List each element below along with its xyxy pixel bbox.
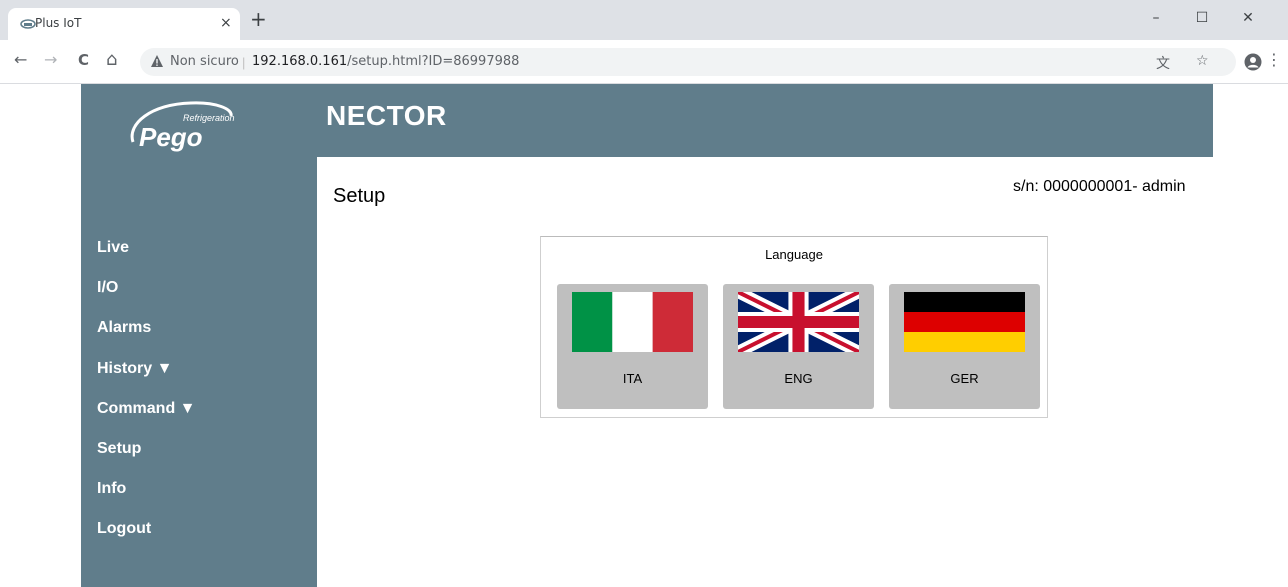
nav-item-command[interactable]: Command ▼ (97, 400, 196, 440)
bookmark-star-icon[interactable]: ☆ (1196, 53, 1209, 69)
serial-number: s/n: 0000000001- admin (1013, 178, 1186, 195)
pego-logo: Refrigeration Pego (130, 101, 235, 152)
browser-menu-icon[interactable]: ⋮ (1266, 50, 1282, 70)
language-label-ger: GER (950, 371, 979, 386)
home-button[interactable]: ⌂ (106, 50, 117, 70)
minimize-button[interactable]: – (1136, 4, 1176, 32)
germany-flag-icon (904, 292, 1025, 352)
address-bar[interactable]: Non sicuro | 192.168.0.161/setup.html?ID… (140, 48, 1236, 76)
url-host: 192.168.0.161 (252, 54, 348, 69)
nav-item-logout[interactable]: Logout (97, 520, 196, 560)
new-tab-button[interactable]: + (250, 9, 267, 29)
warning-icon (151, 55, 163, 67)
language-title: Language (765, 247, 823, 262)
url-separator: | (242, 55, 246, 70)
url-path: /setup.html?ID=86997988 (347, 54, 520, 69)
browser-tab-bar: Plus IoT × + – ☐ ✕ (0, 0, 1288, 40)
back-button[interactable]: ← (14, 50, 27, 70)
sidebar: Refrigeration Pego Live I/O Alarms Histo… (81, 84, 317, 587)
language-label-ita: ITA (622, 371, 643, 386)
nav-item-io[interactable]: I/O (97, 279, 196, 319)
sidebar-nav: Live I/O Alarms History ▼ Command ▼ Setu… (97, 239, 196, 561)
pego-favicon-icon (20, 19, 36, 29)
reload-button[interactable]: C (78, 50, 89, 70)
language-button-eng[interactable]: ENG (723, 284, 874, 409)
nav-item-setup[interactable]: Setup (97, 440, 196, 480)
browser-tab[interactable]: Plus IoT × (8, 8, 240, 40)
logo-text: Pego (139, 122, 203, 152)
url-text: 192.168.0.161/setup.html?ID=86997988 (252, 54, 519, 69)
language-button-ita[interactable]: ITA (557, 284, 708, 409)
page-header: NECTOR (317, 84, 1213, 157)
translate-icon[interactable]: 文 (1156, 53, 1170, 73)
language-panel: Language ITA ENG GER (540, 236, 1048, 418)
uk-flag-icon (738, 292, 859, 352)
forward-button[interactable]: → (44, 50, 57, 70)
italy-flag-icon (572, 292, 693, 352)
nav-item-history[interactable]: History ▼ (97, 360, 196, 400)
page-title: Setup (333, 185, 386, 207)
web-page: Refrigeration Pego Live I/O Alarms Histo… (0, 84, 1288, 587)
profile-icon[interactable] (1244, 53, 1262, 71)
tab-title: Plus IoT (35, 16, 82, 30)
maximize-button[interactable]: ☐ (1182, 4, 1222, 32)
browser-toolbar: ← → C ⌂ Non sicuro | 192.168.0.161/setup… (0, 40, 1288, 84)
language-button-ger[interactable]: GER (889, 284, 1040, 409)
insecure-label: Non sicuro (170, 54, 239, 69)
window-close-button[interactable]: ✕ (1228, 4, 1268, 32)
brand-title: NECTOR (326, 100, 447, 131)
nav-item-alarms[interactable]: Alarms (97, 319, 196, 359)
language-label-eng: ENG (784, 371, 813, 386)
nav-item-info[interactable]: Info (97, 480, 196, 520)
tab-close-icon[interactable]: × (220, 14, 232, 32)
nav-item-live[interactable]: Live (97, 239, 196, 279)
